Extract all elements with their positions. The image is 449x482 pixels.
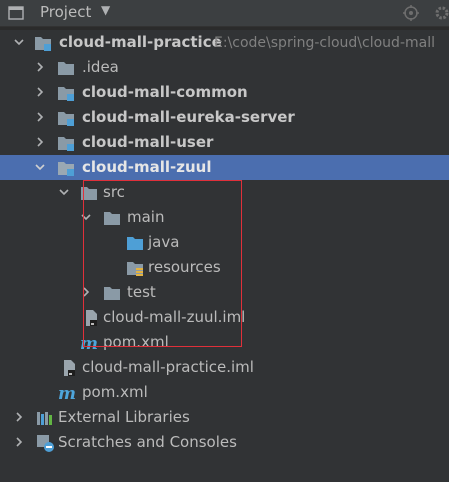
module-folder-icon [58,137,74,151]
tree-item-java[interactable]: java [0,230,449,255]
module-folder-icon [35,37,51,51]
project-view-title[interactable]: Project [40,3,91,21]
tree-item-label: cloud-mall-practice [59,33,222,51]
tree-item-zuul-iml[interactable]: cloud-mall-zuul.iml [0,305,449,330]
tree-item-root[interactable]: cloud-mall-practice E:\code\spring-cloud… [0,30,449,55]
folder-icon [58,62,74,75]
scratches-icon [37,435,54,452]
folder-icon [104,287,120,300]
maven-icon: m [80,334,98,352]
tree-item-zuul-pom[interactable]: m pom.xml [0,330,449,355]
tree-item-label: pom.xml [103,333,169,351]
iml-file-icon [64,360,75,376]
chevron-down-icon[interactable]: ▼ [101,3,110,17]
svg-text:m: m [80,334,98,352]
project-tool-window-header: Project ▼ [0,0,449,27]
chevron-right-icon[interactable] [34,86,46,98]
chevron-down-icon[interactable] [80,211,92,223]
chevron-right-icon[interactable] [13,411,25,423]
project-window-icon [8,6,24,20]
tree-item-label: cloud-mall-zuul [82,158,212,176]
chevron-down-icon[interactable] [58,186,70,198]
svg-text:m: m [58,384,76,402]
tree-item-label: cloud-mall-eureka-server [82,108,295,126]
tree-item-label: main [127,208,165,226]
tree-item-eureka[interactable]: cloud-mall-eureka-server [0,105,449,130]
tree-item-src[interactable]: src [0,180,449,205]
tree-item-resources[interactable]: resources [0,255,449,280]
tree-item-test[interactable]: test [0,280,449,305]
resources-folder-icon [127,262,143,276]
tree-item-label: pom.xml [82,383,148,401]
tree-item-label: java [148,233,180,251]
tree-item-zuul[interactable]: cloud-mall-zuul [0,155,449,180]
module-folder-icon [58,87,74,101]
chevron-down-icon[interactable] [34,161,46,173]
libraries-icon [37,412,52,425]
maven-icon: m [58,384,76,402]
tree-item-label: cloud-mall-practice.iml [82,358,254,376]
chevron-down-icon[interactable] [13,36,25,48]
tree-item-label: .idea [82,58,119,76]
tree-item-user[interactable]: cloud-mall-user [0,130,449,155]
tree-item-label: resources [148,258,221,276]
module-folder-icon [58,112,74,126]
project-path: E:\code\spring-cloud\cloud-mall [214,35,435,51]
tree-item-practice-iml[interactable]: cloud-mall-practice.iml [0,355,449,380]
project-tree: cloud-mall-practice E:\code\spring-cloud… [0,30,449,482]
tree-item-label: Scratches and Consoles [58,433,237,451]
tree-item-label: src [103,183,125,201]
tree-item-label: cloud-mall-zuul.iml [103,308,246,326]
tree-item-main[interactable]: main [0,205,449,230]
tree-item-common[interactable]: cloud-mall-common [0,80,449,105]
chevron-right-icon[interactable] [80,286,92,298]
locate-target-icon[interactable] [402,4,420,22]
tree-item-label: cloud-mall-user [82,133,214,151]
iml-file-icon [86,310,97,326]
module-folder-icon [58,162,74,176]
folder-icon [81,187,97,200]
tree-item-label: External Libraries [58,408,190,426]
tree-item-scratches[interactable]: Scratches and Consoles [0,430,449,455]
chevron-right-icon[interactable] [34,111,46,123]
tree-item-root-pom[interactable]: m pom.xml [0,380,449,405]
chevron-right-icon[interactable] [13,436,25,448]
tree-item-label: cloud-mall-common [82,83,248,101]
gear-icon[interactable] [433,4,449,22]
chevron-right-icon[interactable] [34,136,46,148]
tree-item-external-libraries[interactable]: External Libraries [0,405,449,430]
tree-item-label: test [127,283,156,301]
tree-item-idea[interactable]: .idea [0,55,449,80]
source-folder-icon [127,237,143,250]
folder-icon [104,212,120,225]
chevron-right-icon[interactable] [34,61,46,73]
